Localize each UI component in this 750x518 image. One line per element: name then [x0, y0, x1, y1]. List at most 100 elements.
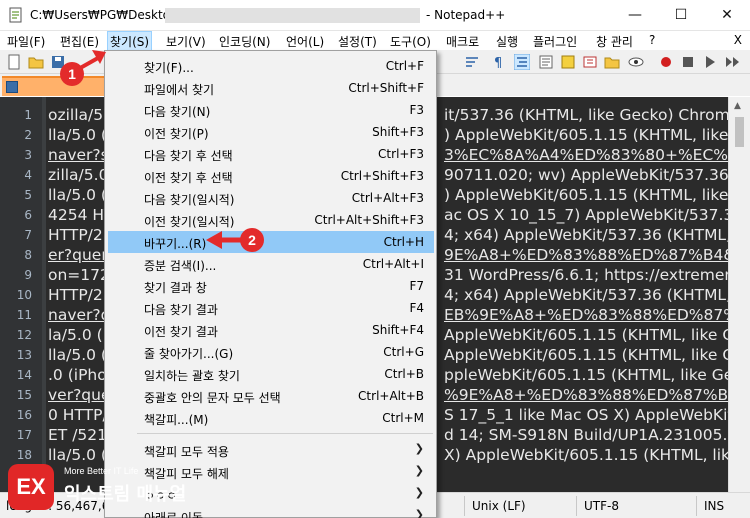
- menu-plugins[interactable]: 플러그인: [533, 33, 577, 50]
- run-macro-multiple-icon[interactable]: [724, 54, 740, 70]
- tab-save-icon: [6, 81, 18, 93]
- menu-encoding[interactable]: 인코딩(N): [219, 33, 270, 50]
- line-text-start: ver?que: [48, 386, 111, 404]
- menu-run[interactable]: 실행: [496, 33, 518, 50]
- notepadpp-icon: [9, 7, 22, 23]
- function-list-icon[interactable]: [560, 54, 576, 70]
- menu-language[interactable]: 언어(L): [286, 33, 324, 50]
- menu-view[interactable]: 보기(V): [166, 33, 206, 50]
- menu-item-shortcut: Ctrl+H: [383, 235, 424, 249]
- search-menu-item[interactable]: 찾기(F)... Ctrl+F: [108, 55, 434, 77]
- menu-item-label: 줄 찾아가기...(G): [144, 347, 234, 361]
- maximize-button[interactable]: ☐: [658, 0, 704, 30]
- line-number: 9: [24, 268, 32, 282]
- menu-item-label: 찾기(F)...: [144, 61, 194, 75]
- line-text-end: ac OS X 10_15_7) AppleWebKit/537.36: [444, 206, 728, 224]
- line-number: 5: [24, 188, 32, 202]
- show-all-chars-icon[interactable]: ¶: [490, 54, 506, 70]
- line-text-end: AppleWebKit/605.1.15 (KHTML, like Ge: [444, 326, 728, 344]
- redacted-filename: [165, 8, 420, 23]
- search-menu-item[interactable]: 책갈피...(M) Ctrl+M: [108, 407, 434, 429]
- watermark-ex-logo: EX: [8, 464, 54, 510]
- menu-item-shortcut: Ctrl+Alt+I: [362, 257, 424, 271]
- new-file-icon[interactable]: [6, 54, 22, 70]
- search-menu-item[interactable]: 다음 찾기(N) F3: [108, 99, 434, 121]
- menu-item-label: 이전 찾기 결과: [144, 325, 218, 339]
- menu-item-shortcut: Ctrl+F3: [378, 147, 424, 161]
- folder-workspace-icon[interactable]: [582, 54, 598, 70]
- line-number: 1: [24, 108, 32, 122]
- vertical-scrollbar[interactable]: ▲: [728, 97, 750, 492]
- stop-macro-icon[interactable]: [680, 54, 696, 70]
- search-menu-item[interactable]: 증분 검색(I)... Ctrl+Alt+I: [108, 253, 434, 275]
- search-menu-item[interactable]: 다음 찾기 결과 F4: [108, 297, 434, 319]
- watermark-logo: EX More Better IT Life 익스트림 매뉴얼: [8, 464, 208, 510]
- submenu-arrow-icon: ❯: [414, 486, 424, 499]
- project-icon[interactable]: [604, 54, 620, 70]
- scroll-thumb[interactable]: [735, 117, 744, 147]
- line-number: 11: [16, 308, 32, 322]
- menu-item-shortcut: F4: [409, 301, 424, 315]
- status-separator: [464, 496, 465, 516]
- search-menu-item[interactable]: 바꾸기...(R) Ctrl+H: [108, 231, 434, 253]
- search-menu-item[interactable]: 찾기 결과 창 F7: [108, 275, 434, 297]
- search-menu-item[interactable]: 다음 찾기(일시적) Ctrl+Alt+F3: [108, 187, 434, 209]
- line-text-end: 31 WordPress/6.6.1; https://extremema: [444, 266, 728, 284]
- menu-file[interactable]: 파일(F): [7, 33, 45, 50]
- search-menu-item[interactable]: 줄 찾아가기...(G) Ctrl+G: [108, 341, 434, 363]
- line-number: 12: [16, 328, 32, 342]
- line-text-end: ) AppleWebKit/605.1.15 (KHTML, like Ge: [444, 126, 728, 144]
- menu-item-shortcut: Ctrl+Shift+F3: [340, 169, 424, 183]
- open-folder-icon[interactable]: [28, 54, 44, 70]
- watermark-tagline: More Better IT Life: [64, 466, 139, 476]
- line-text-start: lla/5.0 (: [48, 446, 107, 464]
- menu-macro[interactable]: 매크로: [446, 33, 479, 50]
- menu-item-label: 다음 찾기 결과: [144, 303, 218, 317]
- menu-item-shortcut: Ctrl+Alt+Shift+F3: [314, 213, 424, 227]
- search-menu-dropdown: 찾기(F)... Ctrl+F 파일에서 찾기 Ctrl+Shift+F 다음 찾기(N…: [104, 50, 437, 518]
- word-wrap-icon[interactable]: [464, 54, 480, 70]
- menu-item-label: 일치하는 괄호 찾기: [144, 369, 240, 383]
- indent-guide-icon[interactable]: [514, 54, 530, 70]
- line-text-end: it/537.36 (KHTML, like Gecko) Chrome/1: [444, 106, 728, 124]
- minimize-button[interactable]: —: [612, 0, 658, 30]
- search-menu-item[interactable]: 중괄호 안의 문자 모두 선택 Ctrl+Alt+B: [108, 385, 434, 407]
- monitor-icon[interactable]: [628, 54, 644, 70]
- line-text-end: ppleWebKit/605.1.15 (KHTML, like Geck: [444, 366, 728, 384]
- search-menu-item[interactable]: 일치하는 괄호 찾기 Ctrl+B: [108, 363, 434, 385]
- menu-window[interactable]: 창 관리: [596, 33, 633, 50]
- title-bar: C:₩Users₩PG₩Desktop₩ - Notepad++ — ☐ ✕: [0, 0, 750, 31]
- search-menu-item[interactable]: 이전 찾기 결과 Shift+F4: [108, 319, 434, 341]
- status-insert-mode: INS: [704, 499, 725, 513]
- submenu-arrow-icon: ❯: [414, 442, 424, 455]
- line-number: 6: [24, 208, 32, 222]
- menu-item-label: 중괄호 안의 문자 모두 선택: [144, 391, 281, 405]
- step-1-badge: 1: [60, 62, 84, 86]
- menu-help[interactable]: ?: [649, 33, 655, 47]
- search-menu-item[interactable]: 파일에서 찾기 Ctrl+Shift+F: [108, 77, 434, 99]
- menu-item-label: 책갈피...(M): [144, 413, 209, 427]
- record-macro-icon[interactable]: [658, 54, 674, 70]
- search-menu-item[interactable]: 책갈피 모두 적용 ❯: [108, 439, 434, 461]
- menu-settings[interactable]: 설정(T): [338, 33, 377, 50]
- line-text-end: X) AppleWebKit/605.1.15 (KHTML, like: [444, 446, 728, 464]
- status-separator: [696, 496, 697, 516]
- line-text-end: 4; x64) AppleWebKit/537.36 (KHTML, lik: [444, 286, 728, 304]
- search-menu-item[interactable]: 이전 찾기(일시적) Ctrl+Alt+Shift+F3: [108, 209, 434, 231]
- close-window-button[interactable]: ✕: [704, 0, 750, 30]
- line-text-end: %9E%A8+%ED%83%88%ED%87%B4&w: [444, 386, 728, 404]
- search-menu-item[interactable]: 다음 찾기 후 선택 Ctrl+F3: [108, 143, 434, 165]
- line-text-start: .0 (iPho: [48, 366, 107, 384]
- line-number: 15: [16, 388, 32, 402]
- search-menu-item[interactable]: 이전 찾기(P) Shift+F3: [108, 121, 434, 143]
- line-number: 14: [16, 368, 32, 382]
- play-macro-icon[interactable]: [702, 54, 718, 70]
- document-map-icon[interactable]: [538, 54, 554, 70]
- status-encoding: UTF-8: [584, 499, 619, 513]
- close-document-button[interactable]: X: [734, 33, 742, 47]
- menu-tools[interactable]: 도구(O): [390, 33, 431, 50]
- search-menu-item[interactable]: 이전 찾기 후 선택 Ctrl+Shift+F3: [108, 165, 434, 187]
- scroll-up-icon[interactable]: ▲: [734, 101, 741, 111]
- line-number: 13: [16, 348, 32, 362]
- line-text-end: ) AppleWebKit/605.1.15 (KHTML, like Ge: [444, 186, 728, 204]
